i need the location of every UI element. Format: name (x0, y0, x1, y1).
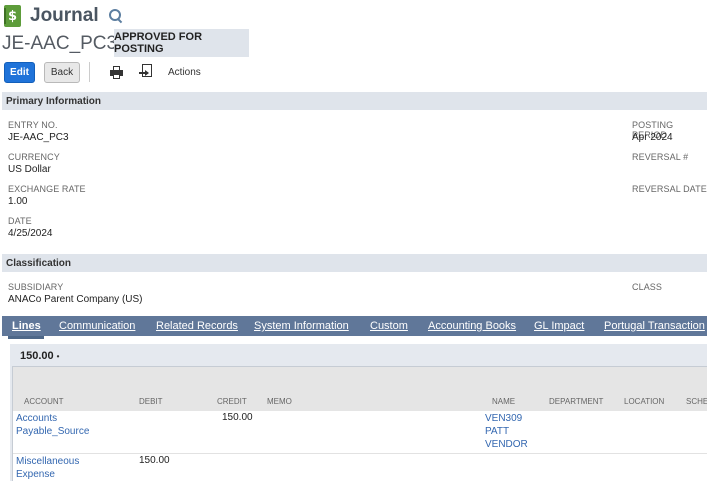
entry-no-label: ENTRY NO. (8, 120, 58, 130)
row2-account-line1[interactable]: Miscellaneous (16, 455, 79, 468)
record-id: JE-AAC_PC3 (2, 33, 118, 54)
col-name[interactable]: NAME (492, 397, 515, 406)
row1-name-line1[interactable]: VEN309 (485, 412, 522, 425)
edit-button[interactable]: Edit (4, 62, 35, 83)
printer-icon[interactable] (110, 66, 123, 79)
section-primary-information[interactable]: Primary Information (2, 92, 707, 110)
col-location[interactable]: LOCATION (624, 397, 664, 406)
subsidiary-label: SUBSIDIARY (8, 282, 64, 292)
subsidiary-value: ANACo Parent Company (US) (8, 294, 143, 305)
active-tab-indicator (8, 336, 44, 339)
export-icon[interactable] (139, 64, 154, 79)
lines-total-tab[interactable]: 150.00 • (13, 346, 68, 366)
tab-portugal-transaction[interactable]: Portugal Transaction (604, 320, 705, 332)
status-badge: APPROVED FOR POSTING (114, 29, 249, 57)
class-label: CLASS (632, 282, 663, 292)
row2-account-line2[interactable]: Expense (16, 468, 55, 481)
tab-gl-impact[interactable]: GL Impact (534, 320, 584, 332)
row2-debit: 150.00 (139, 455, 170, 466)
tab-communication[interactable]: Communication (59, 320, 135, 332)
reversal-no-label: REVERSAL # (632, 152, 689, 162)
entry-no-value: JE-AAC_PC3 (8, 132, 69, 143)
date-label: DATE (8, 216, 32, 226)
col-schedule[interactable]: SCHE (686, 397, 707, 406)
page-title: Journal (30, 5, 99, 26)
subtab-bar: Lines Communication Related Records Syst… (2, 316, 707, 336)
row1-account-line1[interactable]: Accounts (16, 412, 57, 425)
row1-name-line3[interactable]: VENDOR (485, 438, 528, 451)
currency-label: CURRENCY (8, 152, 60, 162)
tab-system-information[interactable]: System Information (254, 320, 349, 332)
posting-period-value: Apr 2024 (632, 132, 673, 143)
reversal-date-label: REVERSAL DATE (632, 184, 707, 194)
col-account[interactable]: ACCOUNT (24, 397, 64, 406)
lines-total: 150.00 (20, 350, 54, 362)
col-credit[interactable]: CREDIT (217, 397, 247, 406)
date-value: 4/25/2024 (8, 228, 53, 239)
col-department[interactable]: DEPARTMENT (549, 397, 603, 406)
tab-lines[interactable]: Lines (12, 320, 41, 332)
col-debit[interactable]: DEBIT (139, 397, 163, 406)
exchange-rate-label: EXCHANGE RATE (8, 184, 86, 194)
back-button[interactable]: Back (44, 62, 80, 83)
row1-credit: 150.00 (222, 412, 253, 423)
row-divider (13, 453, 707, 454)
exchange-rate-value: 1.00 (8, 196, 28, 207)
tab-related-records[interactable]: Related Records (156, 320, 238, 332)
actions-menu[interactable]: Actions (168, 67, 201, 78)
search-icon[interactable] (108, 9, 123, 23)
section-classification[interactable]: Classification (2, 254, 707, 272)
lines-total-marker: • (56, 351, 60, 361)
currency-value: US Dollar (8, 164, 51, 175)
row1-account-line2[interactable]: Payable_Source (16, 425, 89, 438)
toolbar-divider (89, 62, 90, 82)
col-memo[interactable]: MEMO (267, 397, 292, 406)
page-header: $ Journal (4, 5, 123, 27)
tab-accounting-books[interactable]: Accounting Books (428, 320, 516, 332)
journal-icon: $ (4, 5, 21, 27)
row1-name-line2[interactable]: PATT (485, 425, 509, 438)
tab-custom[interactable]: Custom (370, 320, 408, 332)
